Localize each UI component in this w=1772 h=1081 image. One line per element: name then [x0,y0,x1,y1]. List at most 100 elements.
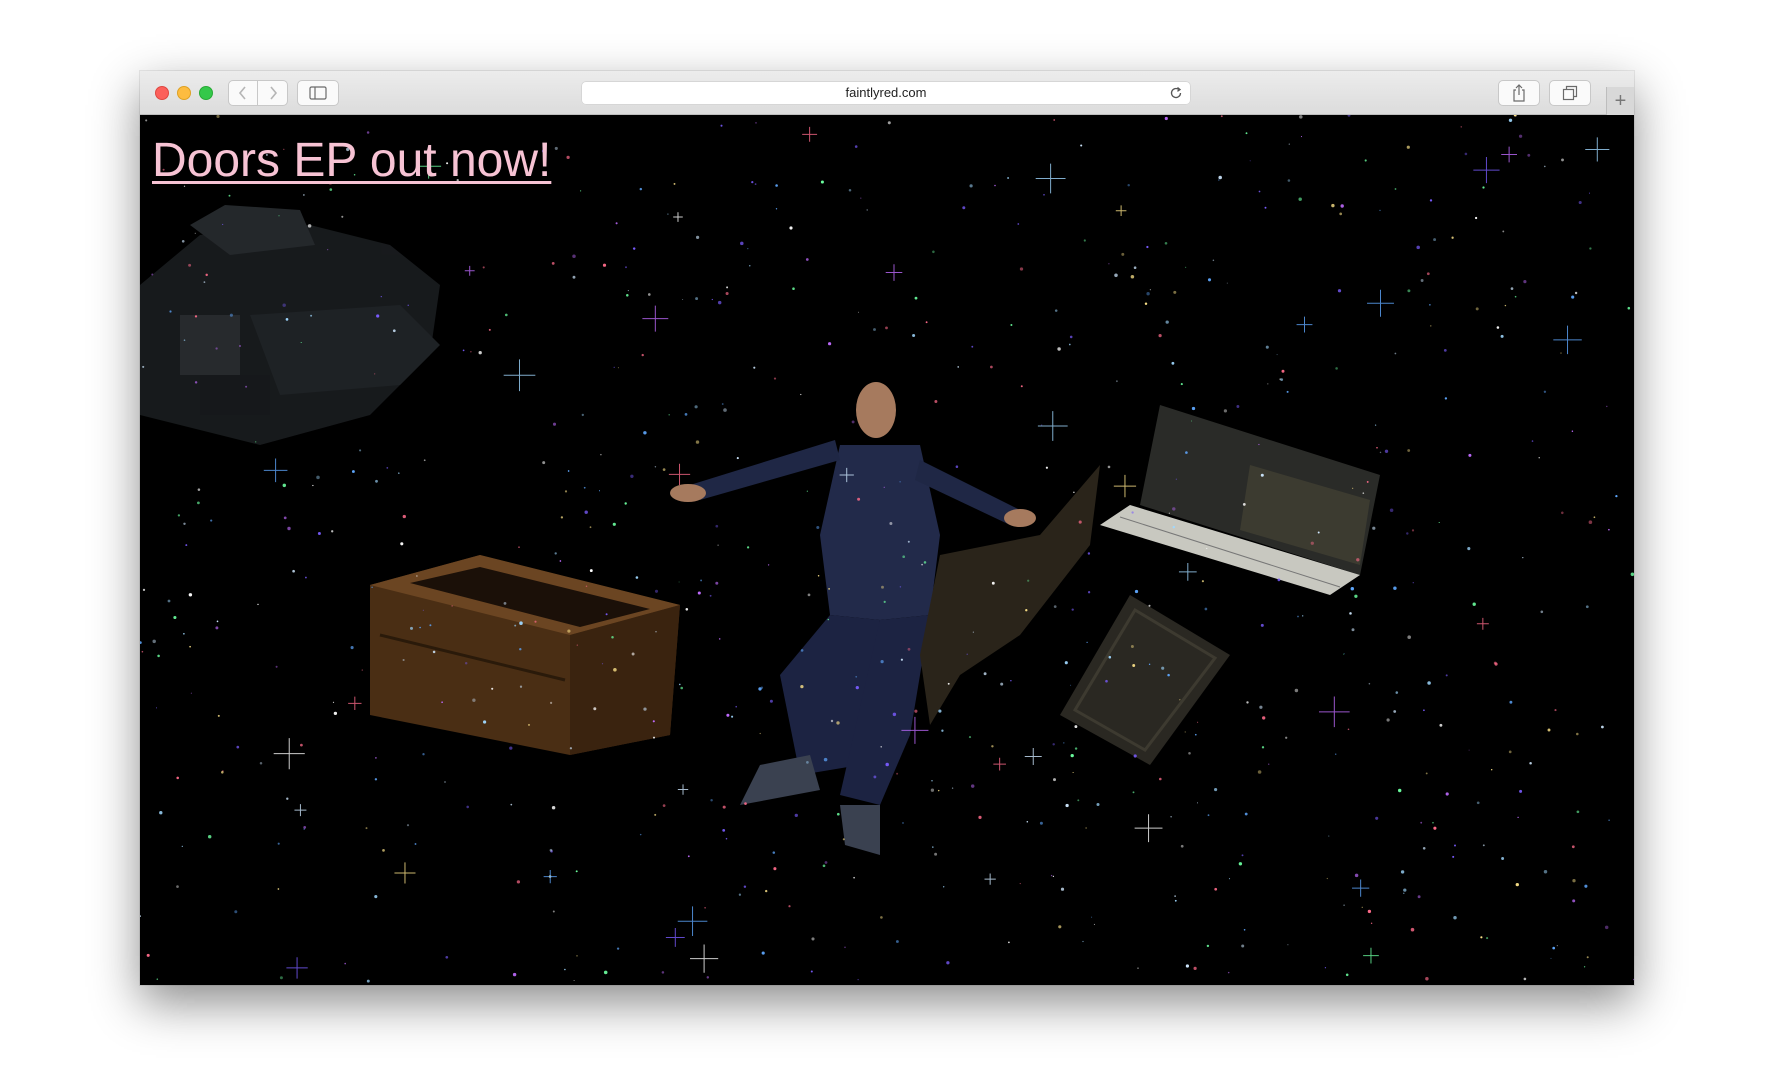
star [1561,511,1564,515]
star [1161,666,1165,670]
star [292,569,295,573]
star [1171,361,1175,365]
star [639,833,642,836]
star [519,685,523,688]
star [1552,946,1556,950]
star [946,961,950,965]
sparkle [1134,814,1163,843]
synthesizer-object [1100,405,1380,595]
star [188,263,192,267]
star [1606,405,1608,408]
star [1422,847,1426,850]
star [1386,718,1390,722]
star [1467,547,1471,551]
star [662,804,666,807]
share-button[interactable] [1498,80,1540,106]
sidebar-toggle-button[interactable] [297,80,339,106]
star [1243,928,1246,931]
star [470,351,472,353]
star [140,641,142,644]
reload-icon[interactable] [1169,86,1183,100]
star [706,976,710,979]
star [1174,895,1176,897]
star [279,976,283,980]
maximize-window-button[interactable] [199,86,213,100]
star [1394,352,1397,355]
star [1196,802,1199,804]
star [848,189,852,192]
headline-link[interactable]: Doors EP out now! [152,133,551,188]
star [157,654,160,658]
star [1468,749,1470,751]
star [183,633,185,635]
star [1347,728,1350,731]
star [962,206,966,210]
star [422,609,424,611]
star [951,787,954,789]
star [615,222,618,225]
star [1132,664,1136,667]
star [753,366,756,369]
address-bar[interactable]: faintlyred.com [581,81,1191,105]
sparkle [984,873,996,885]
star [1204,607,1208,611]
star [598,490,601,492]
star [1370,922,1373,924]
star [740,241,744,246]
star [1361,906,1363,908]
star [1454,844,1456,847]
new-tab-button[interactable]: + [1606,87,1634,115]
star [866,209,868,211]
star [1354,594,1358,598]
close-window-button[interactable] [155,86,169,100]
star [1212,259,1215,262]
star [1087,591,1091,594]
star [1130,645,1134,648]
star [173,615,177,620]
star [1096,802,1100,807]
forward-button[interactable] [258,80,288,106]
tab-overview-button[interactable] [1549,80,1591,106]
star [892,712,897,717]
star [366,979,370,983]
star [1148,663,1151,665]
star [857,497,861,501]
star [767,564,770,566]
star [286,797,289,800]
star [1050,874,1053,877]
star [947,682,950,685]
star [673,182,676,185]
star [1496,326,1500,329]
sparkle [1037,411,1068,441]
star [1480,936,1483,939]
star [300,743,303,747]
star [278,215,280,217]
minimize-window-button[interactable] [177,86,191,100]
star [836,721,840,725]
star [1615,494,1618,498]
star [478,351,482,355]
star [516,880,521,884]
star [1543,390,1547,393]
star [1264,206,1267,209]
star [1576,810,1580,814]
back-button[interactable] [228,80,258,106]
star [854,145,858,148]
star [789,226,793,230]
star [1601,725,1604,729]
star [1167,673,1170,677]
star [873,328,876,331]
star [519,621,523,625]
star [1368,682,1371,685]
star [1345,973,1349,977]
star [1556,945,1558,947]
star [758,687,762,691]
star [860,197,862,199]
star [1403,892,1405,894]
star [282,303,286,307]
star [581,413,584,417]
star [1522,556,1524,559]
star [800,649,804,652]
star [678,581,680,583]
star [1331,203,1335,208]
